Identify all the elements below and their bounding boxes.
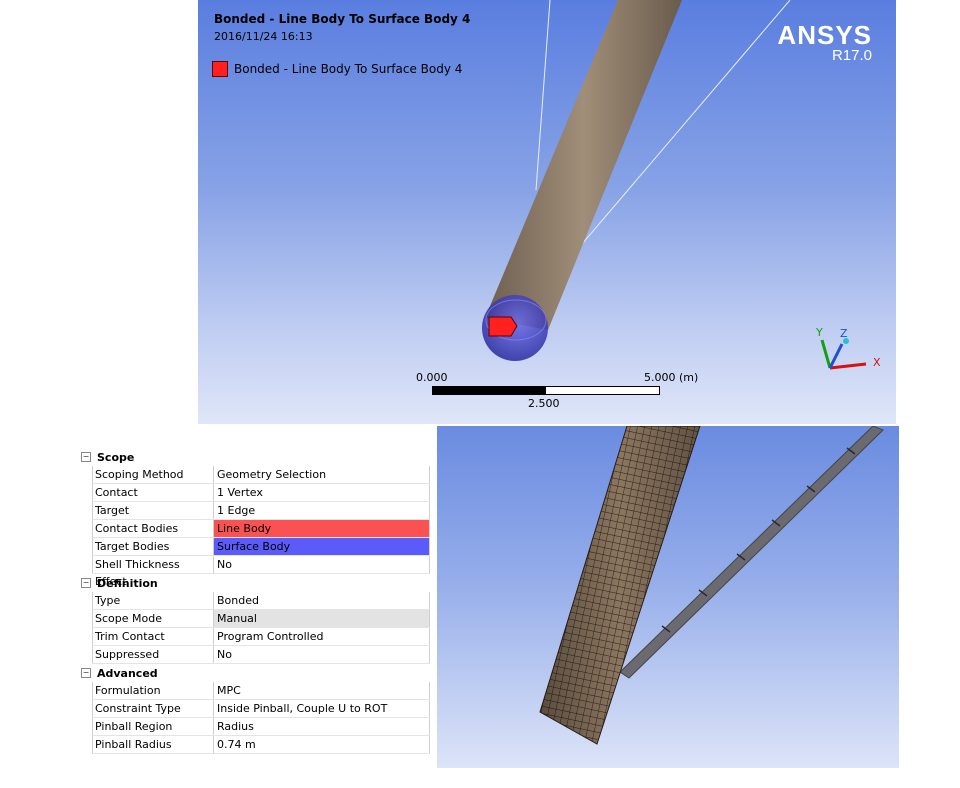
property-name: Target Bodies — [92, 538, 214, 555]
property-name: Target — [92, 502, 214, 519]
property-row[interactable]: Formulation MPC — [92, 682, 430, 700]
scale-bar — [432, 386, 660, 395]
graphics-viewport-mesh[interactable] — [437, 426, 899, 768]
property-name: Contact Bodies — [92, 520, 214, 537]
triad-y-label: Y — [816, 326, 823, 339]
property-name: Scoping Method — [92, 466, 214, 483]
collapse-icon[interactable]: − — [81, 452, 91, 462]
section-header-definition[interactable]: − Definition — [80, 574, 430, 592]
property-name: Constraint Type — [92, 700, 214, 717]
property-value[interactable]: No — [214, 556, 430, 573]
property-value[interactable]: No — [214, 646, 430, 663]
property-name: Pinball Region — [92, 718, 214, 735]
property-row[interactable]: Contact Bodies Line Body — [92, 520, 430, 538]
property-name: Trim Contact — [92, 628, 214, 645]
property-row[interactable]: Constraint Type Inside Pinball, Couple U … — [92, 700, 430, 718]
scale-end: 5.000 (m) — [644, 371, 699, 384]
property-value[interactable]: 0.74 m — [214, 736, 430, 753]
property-name: Contact — [92, 484, 214, 501]
property-value[interactable]: Program Controlled — [214, 628, 430, 645]
property-row[interactable]: Target Bodies Surface Body — [92, 538, 430, 556]
legend-label: Bonded - Line Body To Surface Body 4 — [234, 62, 463, 76]
property-row[interactable]: Shell Thickness Effect No — [92, 556, 430, 588]
property-value[interactable]: Radius — [214, 718, 430, 735]
details-panel: − Scope Scoping Method Geometry Selection… — [80, 448, 430, 754]
property-row[interactable]: Scope Mode Manual — [92, 610, 430, 628]
property-row[interactable]: Target 1 Edge — [92, 502, 430, 520]
property-name: Suppressed — [92, 646, 214, 663]
property-name: Formulation — [92, 682, 214, 699]
line-body-edge — [535, 0, 551, 191]
property-name: Pinball Radius — [92, 736, 214, 753]
property-value[interactable]: Bonded — [214, 592, 430, 609]
legend-swatch — [212, 61, 228, 77]
property-row[interactable]: Contact 1 Vertex — [92, 484, 430, 502]
property-value[interactable]: Inside Pinball, Couple U to ROT — [214, 700, 430, 717]
collapse-icon[interactable]: − — [81, 668, 91, 678]
property-value[interactable]: Surface Body — [214, 538, 430, 555]
property-row[interactable]: Pinball Region Radius — [92, 718, 430, 736]
triad-x-label: X — [873, 356, 881, 369]
triad-z-label: Z — [840, 327, 848, 340]
coordinate-triad — [820, 338, 867, 370]
property-value[interactable]: 1 Vertex — [214, 484, 430, 501]
property-row[interactable]: Pinball Radius 0.74 m — [92, 736, 430, 754]
property-value[interactable]: Geometry Selection — [214, 466, 430, 483]
property-name: Type — [92, 592, 214, 609]
viewport-title: Bonded - Line Body To Surface Body 4 — [214, 12, 471, 26]
property-name: Shell Thickness Effect — [92, 556, 214, 588]
property-value[interactable]: Line Body — [214, 520, 430, 537]
surface-body-cylinder — [485, 0, 682, 330]
property-name: Scope Mode — [92, 610, 214, 627]
property-value[interactable]: MPC — [214, 682, 430, 699]
collapse-icon[interactable]: − — [81, 578, 91, 588]
property-row[interactable]: Suppressed No — [92, 646, 430, 664]
mesh-scene — [539, 426, 884, 745]
section-header-scope[interactable]: − Scope — [80, 448, 430, 466]
property-value[interactable]: 1 Edge — [214, 502, 430, 519]
property-value[interactable]: Manual — [214, 610, 430, 627]
scale-mid: 2.500 — [528, 397, 560, 410]
legend: Bonded - Line Body To Surface Body 4 — [212, 61, 462, 77]
property-row[interactable]: Scoping Method Geometry Selection — [92, 466, 430, 484]
property-row[interactable]: Trim Contact Program Controlled — [92, 628, 430, 646]
scale-start: 0.000 — [416, 371, 448, 384]
property-row[interactable]: Type Bonded — [92, 592, 430, 610]
viewport-timestamp: 2016/11/24 16:13 — [214, 30, 313, 43]
contact-marker — [488, 316, 518, 337]
section-header-advanced[interactable]: − Advanced — [80, 664, 430, 682]
graphics-viewport-top[interactable]: Bonded - Line Body To Surface Body 4 201… — [198, 0, 896, 424]
ansys-version: R17.0 — [831, 47, 872, 64]
